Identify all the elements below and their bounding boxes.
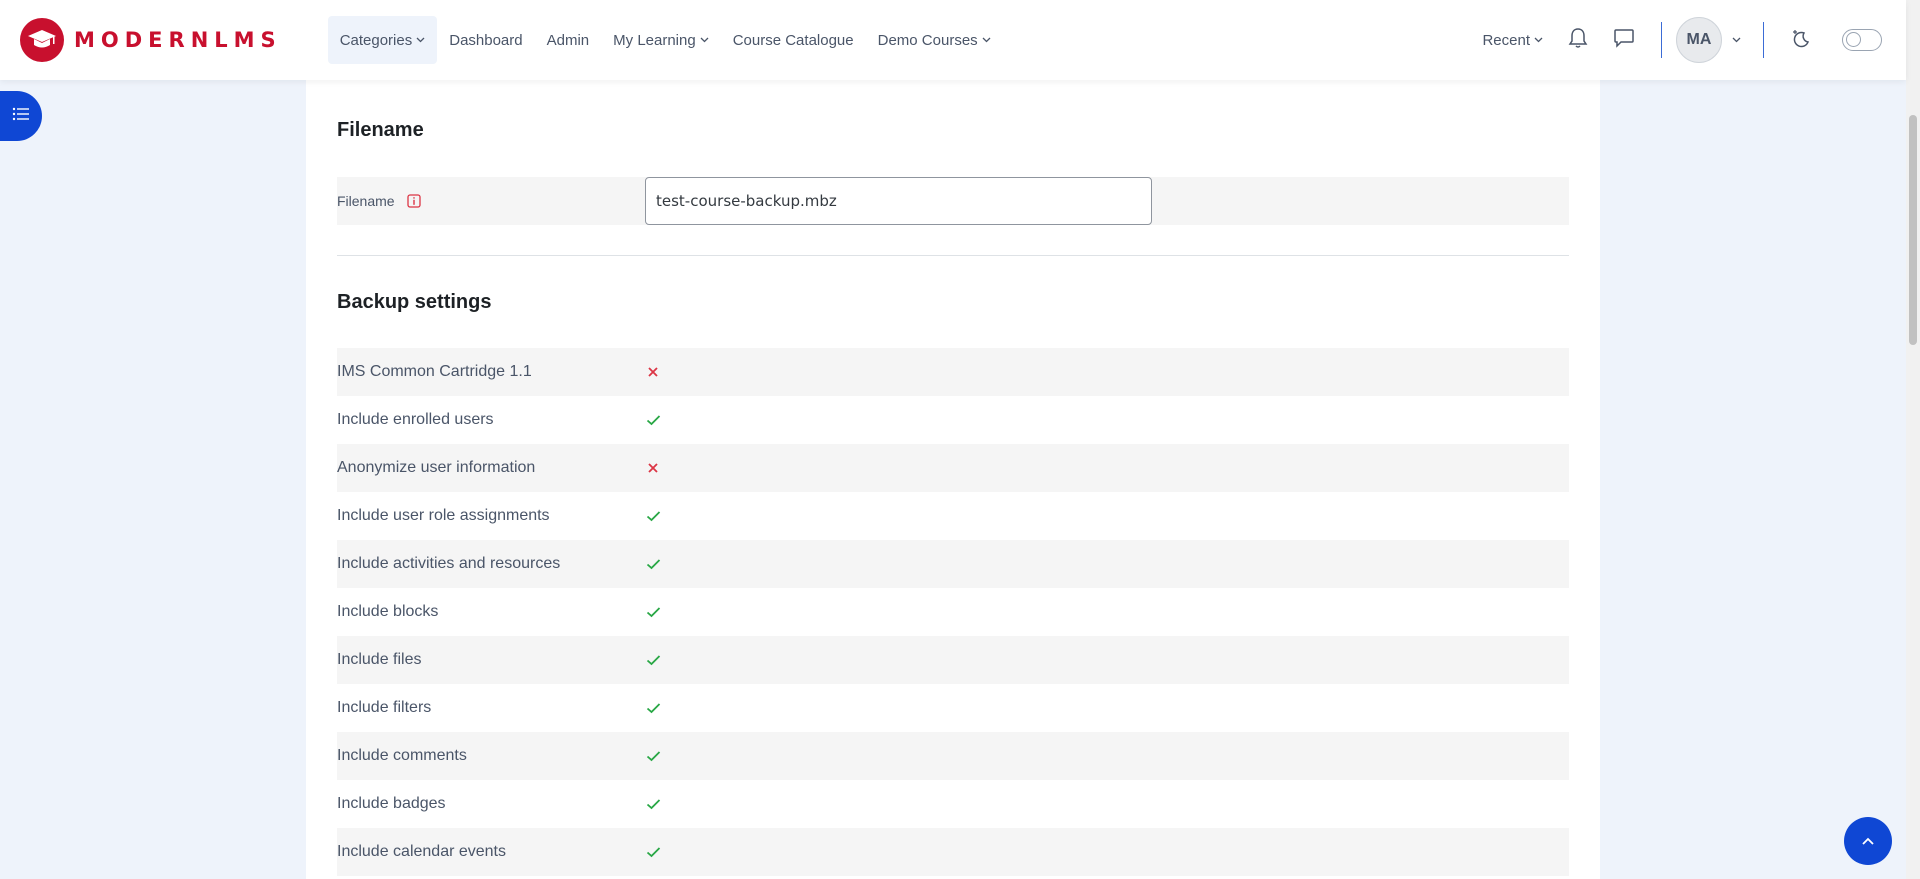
chevron-down-icon [1732, 37, 1741, 43]
checkmark-icon [645, 654, 661, 666]
open-drawer-button[interactable] [0, 91, 42, 141]
chevron-down-icon [700, 37, 709, 43]
filename-label: Filename [337, 193, 395, 209]
setting-label: Include enrolled users [337, 411, 494, 428]
avatar: MA [1676, 17, 1722, 63]
setting-label: Include badges [337, 795, 446, 812]
checkmark-icon [645, 702, 661, 714]
checkmark-icon [645, 414, 661, 426]
bell-icon [1568, 27, 1588, 54]
backup-summary-card: Filename Filename Backup settings IMS Co… [306, 70, 1600, 879]
section-divider [337, 255, 1569, 256]
header-actions: Recent MA [1470, 0, 1906, 80]
checkmark-icon [645, 558, 661, 570]
nav-admin[interactable]: Admin [535, 16, 602, 64]
nav-my-learning[interactable]: My Learning [601, 16, 721, 64]
filename-row: Filename [337, 177, 1569, 225]
setting-label: Anonymize user information [337, 459, 536, 476]
setting-label: Include filters [337, 699, 432, 716]
setting-row: Anonymize user information [337, 444, 1569, 492]
notifications-button[interactable] [1555, 17, 1601, 63]
nav-admin-label: Admin [546, 31, 590, 49]
setting-label: Include activities and resources [337, 555, 561, 572]
graduation-cap-icon [20, 18, 64, 62]
cross-icon [645, 462, 661, 474]
header-divider [1661, 22, 1662, 58]
setting-row: IMS Common Cartridge 1.1 [337, 348, 1569, 396]
setting-row: Include comments [337, 732, 1569, 780]
nav-dashboard-label: Dashboard [449, 31, 523, 49]
chevron-down-icon [982, 37, 991, 43]
nav-categories[interactable]: Categories [327, 16, 438, 64]
setting-row: Include enrolled users [337, 396, 1569, 444]
recent-label: Recent [1482, 31, 1530, 49]
nav-categories-label: Categories [339, 31, 413, 49]
filename-section-title: Filename [337, 119, 424, 141]
setting-row: Include activities and resources [337, 540, 1569, 588]
setting-row: Include blocks [337, 588, 1569, 636]
info-icon[interactable] [406, 194, 421, 208]
chevron-down-icon [416, 37, 425, 43]
checkmark-icon [645, 510, 661, 522]
list-icon [12, 106, 30, 127]
checkmark-icon [645, 798, 661, 810]
checkmark-icon [645, 606, 661, 618]
filename-input[interactable] [645, 177, 1152, 225]
nav-demo-courses-label: Demo Courses [877, 31, 978, 49]
chevron-up-icon [1862, 832, 1874, 850]
brand[interactable]: MODERNLMS [20, 18, 282, 62]
setting-label: Include files [337, 651, 422, 668]
nav-course-catalogue[interactable]: Course Catalogue [721, 16, 866, 64]
brand-name: MODERNLMS [74, 28, 282, 52]
toggle-knob [1846, 32, 1861, 47]
scrollbar-thumb[interactable] [1909, 115, 1917, 345]
nav-course-catalogue-label: Course Catalogue [732, 31, 854, 49]
nav-dashboard[interactable]: Dashboard [437, 16, 534, 64]
user-menu[interactable]: MA [1676, 17, 1741, 63]
setting-label: Include blocks [337, 603, 439, 620]
setting-row: Include filters [337, 684, 1569, 732]
setting-label: IMS Common Cartridge 1.1 [337, 363, 532, 380]
chevron-down-icon [1534, 37, 1543, 43]
messages-button[interactable] [1601, 17, 1647, 63]
top-navbar: MODERNLMS Categories Dashboard Admin My … [0, 0, 1906, 80]
setting-label: Include calendar events [337, 843, 506, 860]
checkmark-icon [645, 846, 661, 858]
setting-row: Include badges [337, 780, 1569, 828]
cross-icon [645, 366, 661, 378]
nav-demo-courses[interactable]: Demo Courses [866, 16, 1003, 64]
setting-label: Include comments [337, 747, 467, 764]
filename-label-group: Filename [337, 193, 421, 209]
setting-row: Include files [337, 636, 1569, 684]
theme-toggle[interactable] [1842, 29, 1882, 51]
checkmark-icon [645, 750, 661, 762]
primary-nav: Categories Dashboard Admin My Learning C… [327, 0, 1003, 80]
recent-dropdown[interactable]: Recent [1470, 16, 1555, 64]
backup-settings-title: Backup settings [337, 291, 492, 313]
setting-label: Include user role assignments [337, 507, 550, 524]
avatar-initials: MA [1686, 31, 1712, 48]
back-to-top-button[interactable] [1844, 817, 1892, 865]
setting-row: Include user role assignments [337, 492, 1569, 540]
chat-bubble-icon [1613, 28, 1635, 53]
setting-row: Include calendar events [337, 828, 1569, 876]
header-divider [1763, 22, 1764, 58]
nav-my-learning-label: My Learning [613, 31, 696, 49]
dark-mode-button[interactable] [1778, 17, 1824, 63]
moon-icon [1790, 27, 1812, 54]
page-scrollbar[interactable] [1906, 0, 1920, 879]
